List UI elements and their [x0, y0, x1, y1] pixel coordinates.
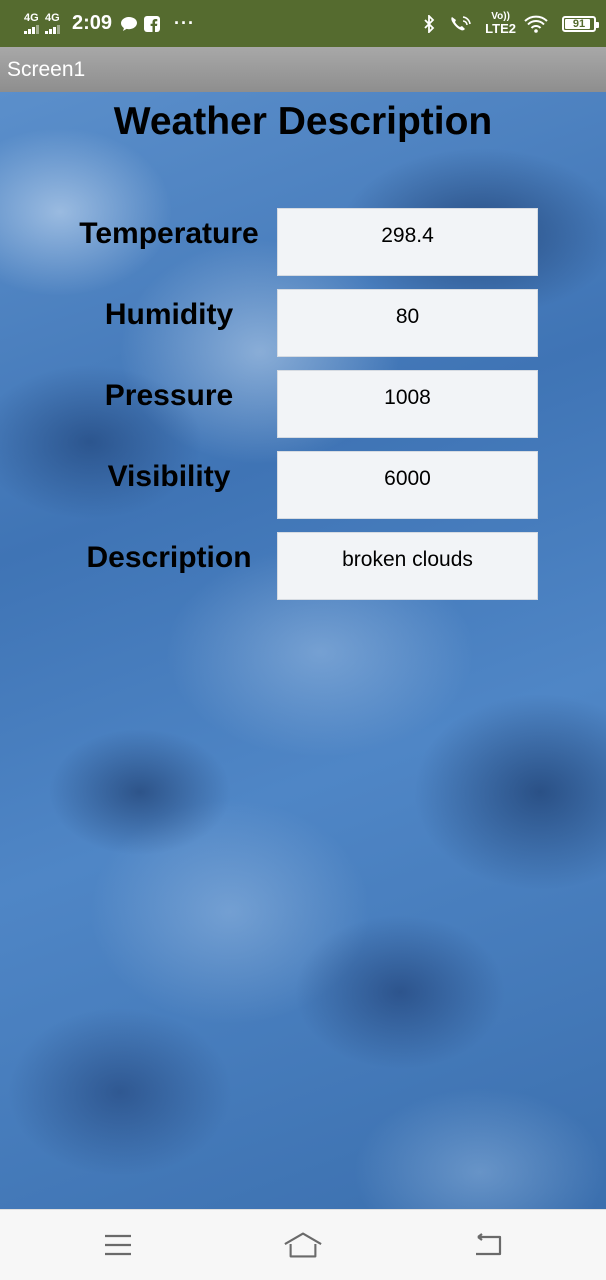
temperature-row: Temperature 298.4 — [0, 208, 606, 276]
temperature-label: Temperature — [79, 217, 259, 250]
lte-label: LTE2 — [485, 21, 516, 36]
temperature-field[interactable]: 298.4 — [277, 208, 538, 276]
home-icon[interactable] — [283, 1228, 323, 1262]
facebook-icon — [144, 15, 161, 32]
bluetooth-icon — [423, 14, 435, 33]
system-nav-bar — [0, 1209, 606, 1280]
battery-icon: 91 — [562, 15, 599, 32]
pressure-row: Pressure 1008 — [0, 370, 606, 438]
pressure-field[interactable]: 1008 — [277, 370, 538, 438]
pressure-label: Pressure — [104, 379, 234, 412]
humidity-field[interactable]: 80 — [277, 289, 538, 357]
signal-icon — [45, 25, 60, 34]
description-label: Description — [86, 541, 252, 574]
page-title: Weather Description — [113, 100, 493, 143]
signal-icon — [24, 25, 39, 34]
humidity-row: Humidity 80 — [0, 289, 606, 357]
network-indicator-1: 4G — [24, 13, 39, 34]
description-row: Description broken clouds — [0, 532, 606, 600]
visibility-field[interactable]: 6000 — [277, 451, 538, 519]
menu-icon[interactable] — [98, 1228, 138, 1262]
visibility-row: Visibility 6000 — [0, 451, 606, 519]
volte-indicator: Vo)) LTE2 — [485, 12, 516, 36]
network-indicator-2: 4G — [45, 13, 60, 34]
network-label: 4G — [45, 12, 60, 24]
network-label: 4G — [24, 12, 39, 24]
more-dots-icon: ··· — [174, 13, 196, 33]
wifi-icon — [524, 15, 548, 33]
status-bar: 4G 4G 2:09 ··· Vo)) LTE2 91 — [0, 0, 606, 47]
battery-percent: 91 — [572, 17, 586, 30]
chat-icon — [120, 16, 138, 32]
visibility-label: Visibility — [107, 460, 231, 493]
description-field[interactable]: broken clouds — [277, 532, 538, 600]
screen-title: Screen1 — [7, 57, 86, 81]
status-time: 2:09 — [72, 12, 113, 34]
back-icon[interactable] — [468, 1228, 508, 1262]
humidity-label: Humidity — [104, 298, 234, 331]
wifi-call-icon — [449, 15, 471, 33]
app-title-bar: Screen1 — [0, 47, 606, 92]
